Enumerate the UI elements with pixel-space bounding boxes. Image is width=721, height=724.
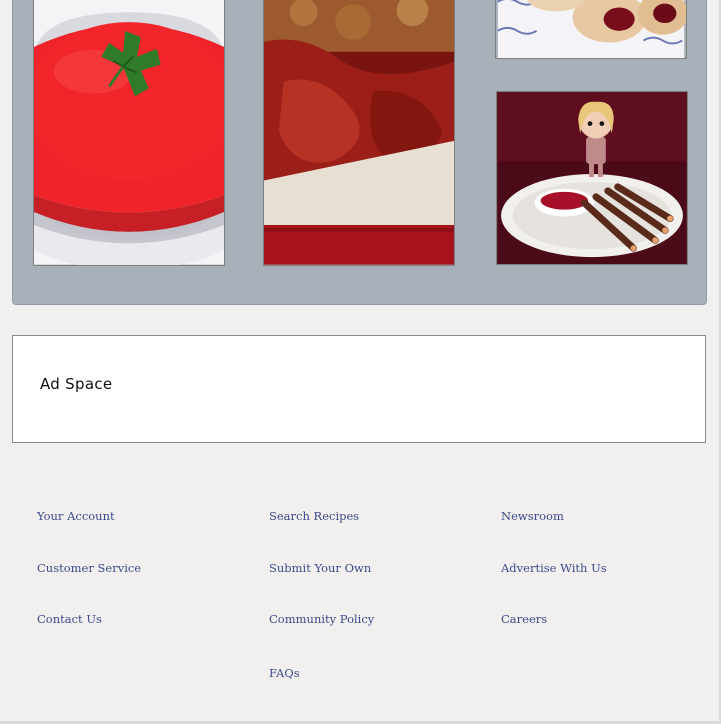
footer-link-careers[interactable]: Careers bbox=[501, 612, 547, 626]
recipe-card-jam-tarts[interactable] bbox=[495, 0, 687, 59]
recipe-card-witch-fingers[interactable] bbox=[496, 91, 688, 265]
recipe-gallery bbox=[12, 0, 707, 305]
footer-link-newsroom[interactable]: Newsroom bbox=[501, 509, 564, 523]
footer-link-contact-us[interactable]: Contact Us bbox=[37, 612, 102, 626]
footer-link-search-recipes[interactable]: Search Recipes bbox=[269, 509, 359, 523]
footer-link-faqs[interactable]: FAQs bbox=[269, 666, 300, 680]
meatloaf-image bbox=[264, 0, 454, 265]
footer-link-advertise-with-us[interactable]: Advertise With Us bbox=[501, 561, 607, 575]
recipe-card-tomato-sauce[interactable] bbox=[33, 0, 225, 266]
footer-link-community-policy[interactable]: Community Policy bbox=[269, 612, 374, 626]
ad-space-label: Ad Space bbox=[40, 375, 113, 393]
footer-link-submit-your-own[interactable]: Submit Your Own bbox=[269, 561, 371, 575]
footer-link-customer-service[interactable]: Customer Service bbox=[37, 561, 141, 575]
tomato-sauce-image bbox=[34, 0, 224, 265]
ad-space-banner[interactable]: Ad Space bbox=[12, 335, 706, 443]
jam-tarts-image bbox=[497, 0, 686, 58]
footer-link-your-account[interactable]: Your Account bbox=[37, 509, 115, 523]
witch-fingers-image bbox=[497, 92, 687, 264]
recipe-card-meatloaf[interactable] bbox=[263, 0, 455, 266]
